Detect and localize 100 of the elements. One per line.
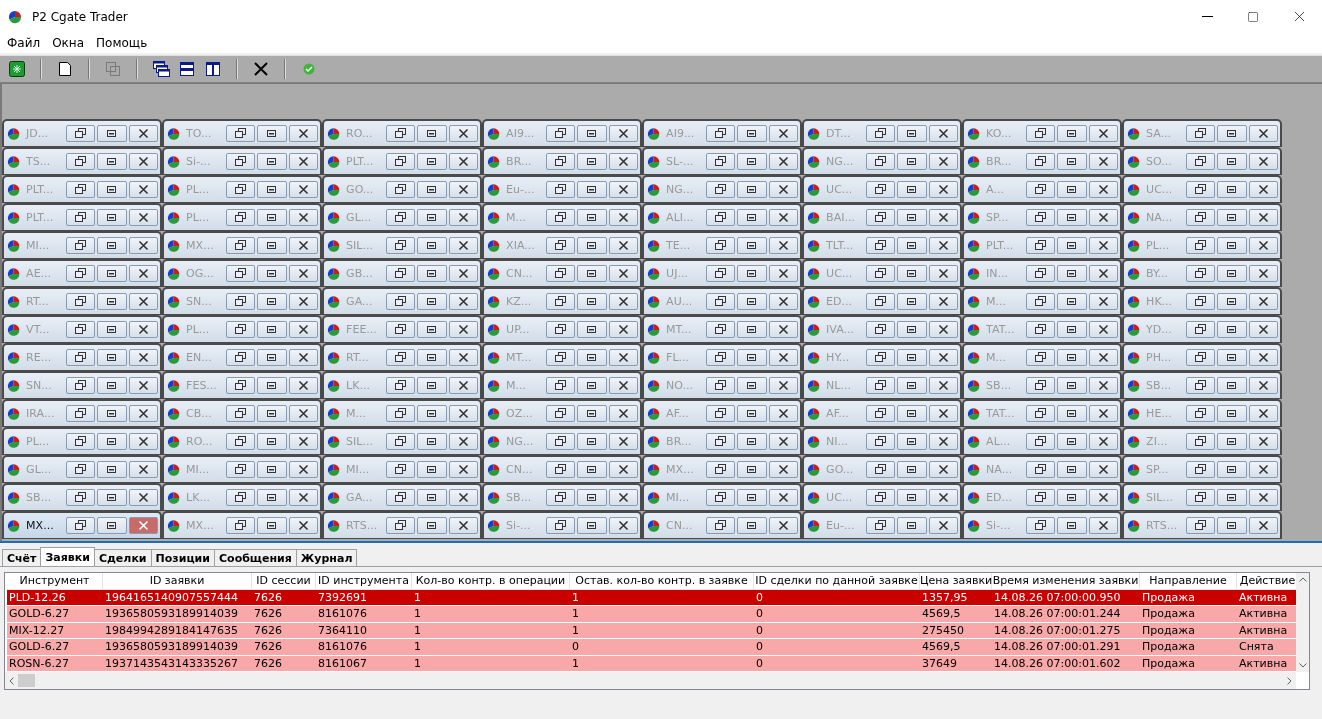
close-button[interactable] <box>608 489 638 506</box>
restore-button[interactable] <box>705 125 736 142</box>
restore-button[interactable] <box>705 209 736 226</box>
maximize-button[interactable] <box>577 405 607 422</box>
close-button[interactable] <box>608 433 638 450</box>
close-button[interactable] <box>1088 405 1118 422</box>
close-button[interactable] <box>128 377 158 394</box>
minimized-window[interactable]: LK... <box>322 371 482 399</box>
restore-button[interactable] <box>545 265 576 282</box>
minimized-window[interactable]: RTS... <box>1122 511 1282 539</box>
close-button[interactable] <box>1248 125 1278 142</box>
close-button[interactable] <box>288 153 318 170</box>
maximize-button[interactable] <box>1057 237 1087 254</box>
tab[interactable]: Позиции <box>150 549 215 566</box>
minimized-window[interactable]: UC... <box>802 175 962 203</box>
minimized-window[interactable]: MT... <box>642 315 802 343</box>
maximize-button[interactable] <box>737 377 767 394</box>
restore-button[interactable] <box>385 181 416 198</box>
minimized-window[interactable]: PL... <box>2 427 162 455</box>
close-button[interactable] <box>1088 517 1118 534</box>
restore-button[interactable] <box>545 153 576 170</box>
maximize-button[interactable] <box>97 489 127 506</box>
close-button[interactable] <box>128 209 158 226</box>
restore-button[interactable] <box>545 489 576 506</box>
minimized-window[interactable]: SB... <box>2 483 162 511</box>
close-button[interactable] <box>448 209 478 226</box>
restore-button[interactable] <box>1185 181 1216 198</box>
minimized-window[interactable]: MX... <box>162 231 322 259</box>
close-button[interactable] <box>288 293 318 310</box>
restore-button[interactable] <box>705 181 736 198</box>
minimized-window[interactable]: LK... <box>162 483 322 511</box>
close-button[interactable] <box>128 433 158 450</box>
minimized-window[interactable]: Si-... <box>482 511 642 539</box>
column-header[interactable]: Кол-во контр. в операции <box>412 573 570 590</box>
maximize-button[interactable] <box>737 321 767 338</box>
maximize-button[interactable] <box>1057 461 1087 478</box>
restore-button[interactable] <box>225 489 256 506</box>
restore-button[interactable] <box>385 125 416 142</box>
close-button[interactable] <box>928 209 958 226</box>
close-button[interactable] <box>928 321 958 338</box>
minimized-window[interactable]: NG... <box>802 147 962 175</box>
restore-button[interactable] <box>1025 321 1056 338</box>
close-button[interactable] <box>288 405 318 422</box>
close-button[interactable] <box>768 405 798 422</box>
minimized-window[interactable]: AE... <box>2 259 162 287</box>
close-button[interactable] <box>768 321 798 338</box>
close-button[interactable] <box>448 405 478 422</box>
close-button[interactable] <box>1248 265 1278 282</box>
maximize-button[interactable] <box>577 181 607 198</box>
restore-button[interactable] <box>705 237 736 254</box>
maximize-button[interactable] <box>1057 209 1087 226</box>
maximize-button[interactable] <box>897 349 927 366</box>
close-button[interactable] <box>1088 489 1118 506</box>
close-button[interactable] <box>608 125 638 142</box>
restore-button[interactable] <box>1185 153 1216 170</box>
maximize-button[interactable] <box>417 181 447 198</box>
close-button[interactable] <box>288 517 318 534</box>
restore-button[interactable] <box>1025 237 1056 254</box>
minimized-window[interactable]: NG... <box>482 427 642 455</box>
maximize-button[interactable] <box>257 405 287 422</box>
column-header[interactable]: Остав. кол-во контр. в заявке <box>570 573 754 590</box>
minimized-window[interactable]: RE... <box>2 343 162 371</box>
maximize-button[interactable] <box>417 489 447 506</box>
restore-button[interactable] <box>865 293 896 310</box>
maximize-button[interactable] <box>737 237 767 254</box>
restore-button[interactable] <box>65 517 96 534</box>
close-button[interactable] <box>128 237 158 254</box>
minimized-window[interactable]: MI... <box>162 455 322 483</box>
maximize-button[interactable] <box>97 209 127 226</box>
restore-button[interactable] <box>1185 433 1216 450</box>
restore-button[interactable] <box>385 433 416 450</box>
maximize-button[interactable] <box>577 517 607 534</box>
close-button[interactable] <box>768 125 798 142</box>
minimized-window[interactable]: MX... <box>2 511 162 539</box>
restore-button[interactable] <box>65 489 96 506</box>
restore-button[interactable] <box>385 265 416 282</box>
scroll-left-icon[interactable] <box>9 676 14 685</box>
menu-item[interactable]: Помощь <box>91 36 155 50</box>
minimized-window[interactable]: GL... <box>2 455 162 483</box>
maximize-button[interactable] <box>577 125 607 142</box>
close-button[interactable] <box>288 265 318 282</box>
close-button[interactable] <box>608 293 638 310</box>
maximize-button[interactable] <box>1217 433 1247 450</box>
restore-button[interactable] <box>1185 349 1216 366</box>
restore-button[interactable] <box>865 405 896 422</box>
maximize-button[interactable] <box>897 321 927 338</box>
restore-button[interactable] <box>1025 209 1056 226</box>
restore-button[interactable] <box>225 349 256 366</box>
restore-button[interactable] <box>705 377 736 394</box>
close-button[interactable] <box>128 321 158 338</box>
minimized-window[interactable]: SP... <box>962 203 1122 231</box>
minimized-window[interactable]: A... <box>962 175 1122 203</box>
minimized-window[interactable]: JD... <box>2 119 162 147</box>
minimized-window[interactable]: M... <box>482 203 642 231</box>
restore-button[interactable] <box>1025 377 1056 394</box>
restore-button[interactable] <box>65 405 96 422</box>
close-button[interactable] <box>928 125 958 142</box>
maximize-button[interactable] <box>257 433 287 450</box>
close-button[interactable] <box>128 461 158 478</box>
maximize-button[interactable] <box>257 377 287 394</box>
